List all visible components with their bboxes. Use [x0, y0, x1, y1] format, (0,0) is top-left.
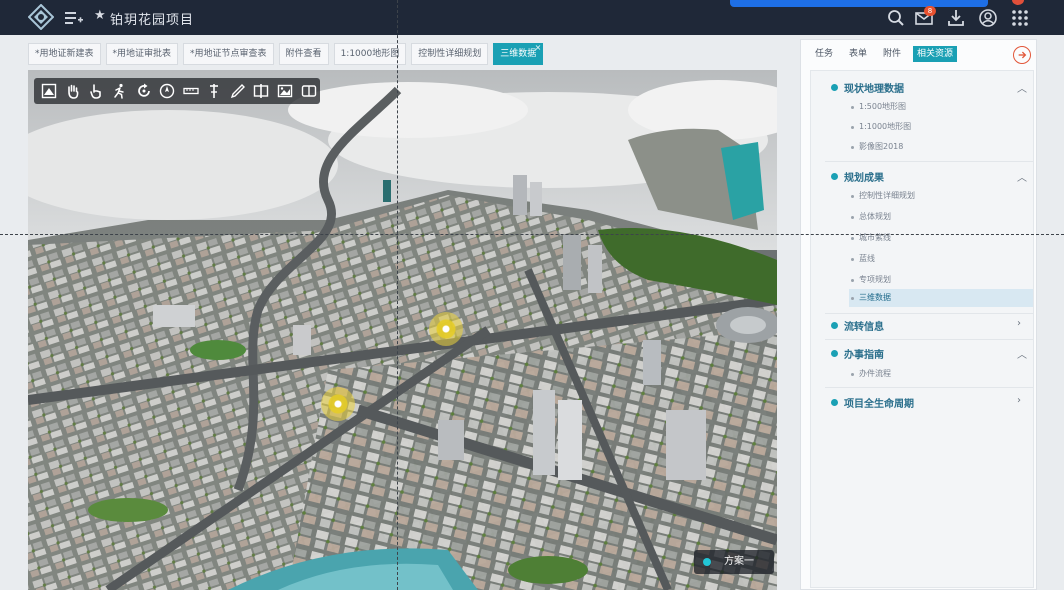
divider: [825, 339, 1033, 340]
location-marker[interactable]: [321, 387, 355, 421]
section-label: 流转信息: [844, 322, 884, 333]
add-list-icon[interactable]: [64, 9, 84, 27]
chevron-right-icon[interactable]: ›: [1017, 318, 1021, 329]
divider: [825, 387, 1033, 388]
section-dot: [831, 350, 838, 357]
star-icon[interactable]: ★: [94, 8, 106, 23]
resource-panel: 任务 表单 附件 相关资源 现状地理数据 ︿ 1:500地形图 1:1000地形…: [800, 39, 1037, 590]
user-icon[interactable]: [978, 8, 998, 28]
location-marker[interactable]: [429, 312, 463, 346]
home-view-icon[interactable]: [38, 80, 61, 102]
divider: [825, 161, 1033, 162]
section-circulation-info[interactable]: 流转信息 ›: [811, 315, 1033, 335]
measure-distance-icon[interactable]: [179, 80, 202, 102]
split-view-icon[interactable]: [250, 80, 273, 102]
guide-line-horizontal: [0, 234, 1064, 235]
tab-attachments[interactable]: 附件查看: [278, 43, 329, 65]
section-dot: [831, 322, 838, 329]
section-dot: [831, 173, 838, 180]
list-item[interactable]: 蓝线: [849, 250, 1033, 268]
app-logo-icon[interactable]: [27, 3, 55, 31]
section-current-geo-data[interactable]: 现状地理数据 ︿: [811, 77, 1033, 97]
list-item[interactable]: 办件流程: [849, 365, 1033, 383]
tab-land-cert-node-review[interactable]: *用地证节点审查表: [183, 43, 274, 65]
walk-icon[interactable]: [109, 80, 132, 102]
section-dot: [831, 84, 838, 91]
list-item[interactable]: 专项规划: [849, 271, 1033, 289]
3d-map-view[interactable]: 方案一: [28, 70, 777, 590]
compare-icon[interactable]: [297, 80, 320, 102]
chevron-right-icon[interactable]: ›: [1017, 395, 1021, 406]
notification-badge: 8: [924, 6, 936, 16]
section-planning-results[interactable]: 规划成果 ︿: [811, 166, 1033, 186]
list-item[interactable]: 总体规划: [849, 208, 1033, 226]
section-label: 办事指南: [844, 350, 884, 361]
panel-tabs: 任务 表单 附件 相关资源: [811, 46, 958, 62]
tab-regulatory-plan[interactable]: 控制性详细规划: [411, 43, 489, 65]
image-layer-icon[interactable]: [274, 80, 297, 102]
measure-height-icon[interactable]: [203, 80, 226, 102]
tab-land-cert-new[interactable]: *用地证新建表: [28, 43, 101, 65]
chevron-up-icon[interactable]: ︿: [1017, 80, 1027, 95]
pan-hand-icon[interactable]: [62, 80, 85, 102]
alert-dot: [1012, 0, 1024, 5]
list-item[interactable]: 1:1000地形图: [849, 118, 1033, 136]
list-item-selected[interactable]: 三维数据: [849, 289, 1033, 307]
tab-land-cert-approval[interactable]: *用地证审批表: [105, 43, 179, 65]
tab-form[interactable]: 表单: [845, 46, 871, 62]
pointer-hand-icon[interactable]: [85, 80, 108, 102]
tab-topographic-map[interactable]: 1:1000地形图: [333, 43, 407, 65]
tab-related-resources[interactable]: 相关资源: [913, 46, 958, 62]
download-icon[interactable]: [946, 8, 966, 28]
list-item[interactable]: 影像图2018: [849, 138, 1033, 156]
top-navigation-bar: ★ 铂玥花园项目 8: [0, 0, 1064, 35]
divider: [825, 313, 1033, 314]
rotate-icon[interactable]: [132, 80, 155, 102]
section-label: 规划成果: [844, 173, 884, 184]
resource-tree: 现状地理数据 ︿ 1:500地形图 1:1000地形图 影像图2018 规划成果…: [810, 70, 1034, 588]
section-project-lifecycle[interactable]: 项目全生命周期 ›: [811, 392, 1033, 412]
list-item[interactable]: 城市紫线: [849, 229, 1033, 247]
chevron-up-icon[interactable]: ︿: [1017, 346, 1027, 361]
list-item[interactable]: 1:500地形图: [849, 98, 1033, 116]
tab-task[interactable]: 任务: [811, 46, 837, 62]
document-tabs: *用地证新建表 *用地证审批表 *用地证节点审查表 附件查看 1:1000地形图…: [28, 38, 544, 65]
compass-icon[interactable]: [156, 80, 179, 102]
project-title: 铂玥花园项目: [110, 13, 195, 28]
scheme-indicator-dot: [703, 558, 711, 566]
tab-3d-data[interactable]: 三维数据: [493, 38, 544, 65]
status-strip: [730, 0, 988, 7]
section-dot: [831, 399, 838, 406]
draw-line-icon[interactable]: [227, 80, 250, 102]
search-icon[interactable]: [886, 8, 906, 28]
section-label: 项目全生命周期: [844, 399, 914, 410]
tab-attachment[interactable]: 附件: [879, 46, 905, 62]
map-toolbar: [34, 78, 320, 104]
scheme-label: 方案一: [724, 556, 754, 567]
guide-line-vertical: [397, 0, 398, 590]
scheme-selector[interactable]: 方案一: [694, 550, 774, 574]
list-item[interactable]: 控制性详细规划: [849, 187, 1033, 205]
section-label: 现状地理数据: [844, 84, 904, 95]
section-service-guide[interactable]: 办事指南 ︿: [811, 343, 1033, 363]
panel-forward-icon[interactable]: [1013, 46, 1031, 64]
city-3d-scene[interactable]: [28, 70, 777, 590]
apps-grid-icon[interactable]: [1010, 8, 1030, 28]
chevron-up-icon[interactable]: ︿: [1017, 169, 1027, 184]
